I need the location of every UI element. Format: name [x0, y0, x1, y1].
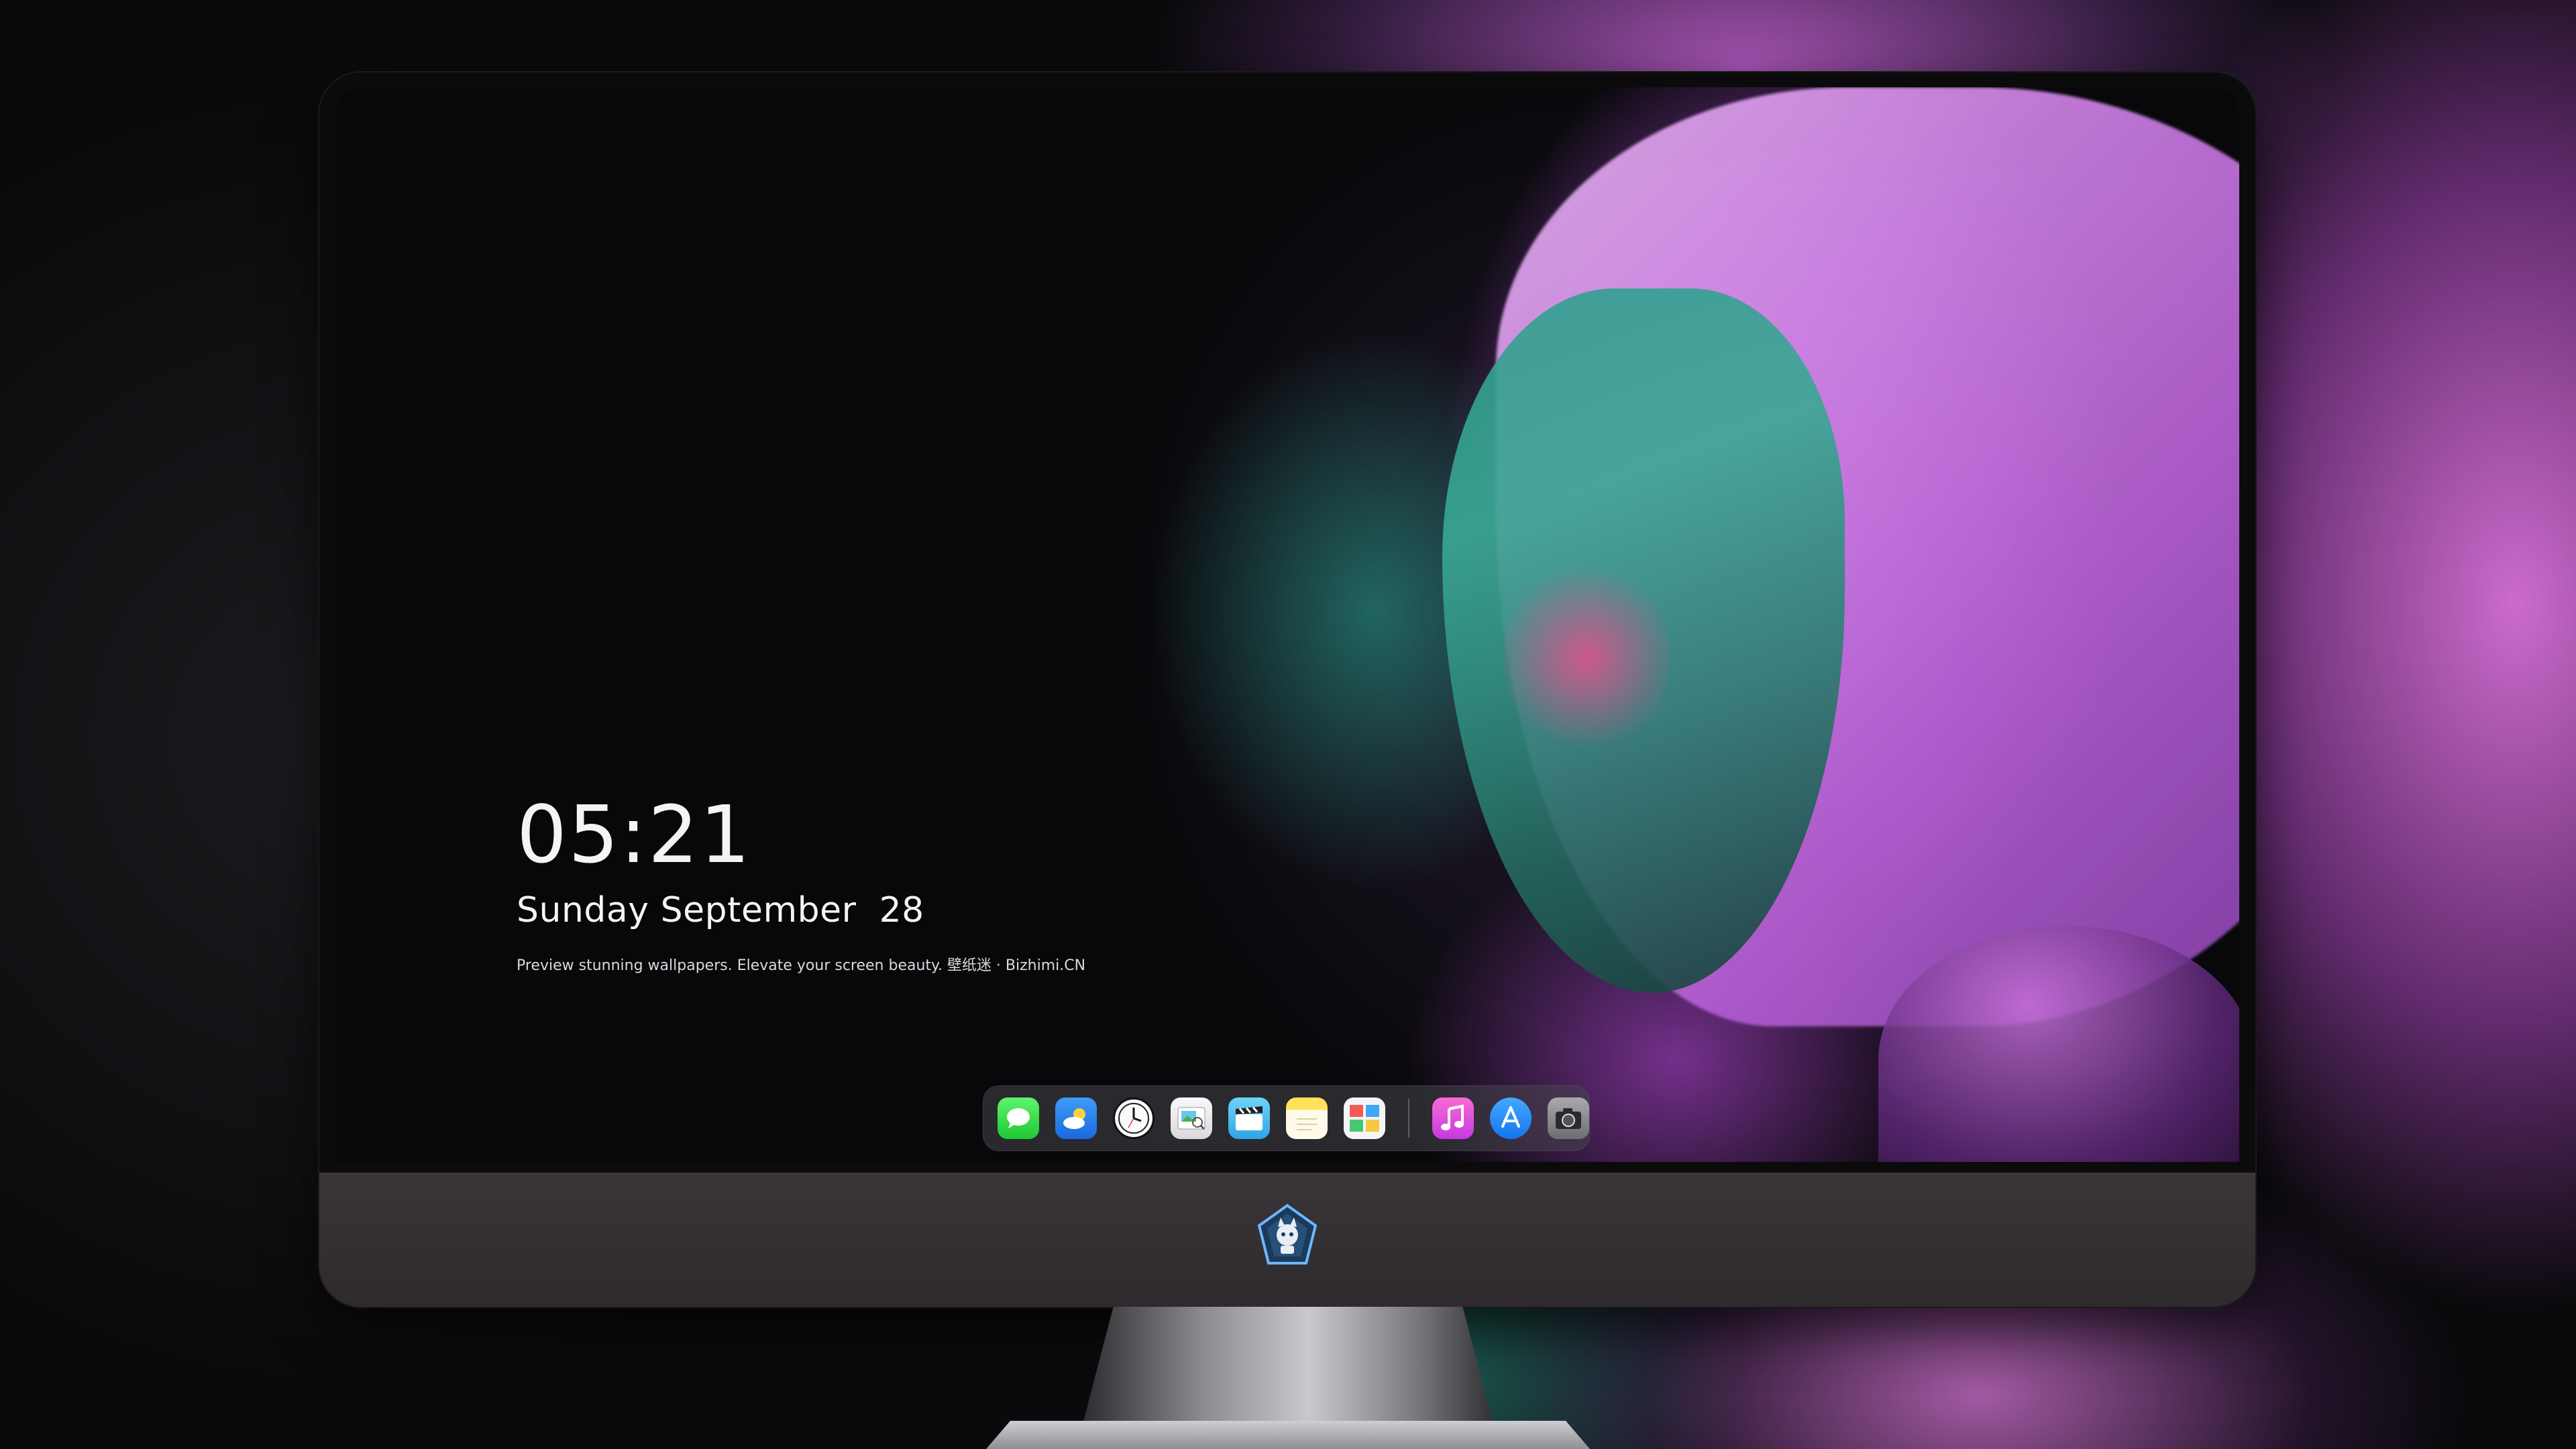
dock-app-camera[interactable]	[1548, 1097, 1589, 1139]
clock-date: Sunday September 28	[517, 890, 924, 930]
clock-time: 05:21	[517, 788, 752, 881]
monitor: 05:21 Sunday September 28 Preview stunni…	[319, 72, 2255, 1307]
dock-separator	[1408, 1099, 1409, 1138]
clapperboard-icon	[1236, 1106, 1263, 1130]
notes-icon	[1297, 1118, 1317, 1130]
camera-icon	[1556, 1108, 1581, 1129]
dock-app-photo-booth[interactable]	[1344, 1097, 1385, 1139]
dock	[983, 1085, 1590, 1151]
lock-screen: 05:21 Sunday September 28 Preview stunni…	[335, 87, 2239, 1162]
clock-widget: 05:21 Sunday September 28 Preview stunni…	[517, 795, 1085, 975]
dock-app-clips[interactable]	[1228, 1097, 1270, 1139]
message-bubble-icon	[1007, 1108, 1030, 1128]
preview-image-icon	[1177, 1107, 1205, 1130]
brand-logo-icon	[1257, 1203, 1318, 1265]
dock-app-music[interactable]	[1432, 1097, 1474, 1139]
monitor-stand-base	[986, 1421, 1590, 1449]
music-note-icon	[1441, 1104, 1464, 1130]
weather-cloud-sun-icon	[1063, 1108, 1085, 1129]
dock-app-notes[interactable]	[1286, 1097, 1328, 1139]
monitor-stand	[1080, 1307, 1496, 1434]
wallpaper-highlight	[1503, 557, 1670, 758]
desktop-background: 05:21 Sunday September 28 Preview stunni…	[0, 0, 2576, 1449]
dock-app-preview[interactable]	[1171, 1097, 1212, 1139]
dock-app-messages[interactable]	[998, 1097, 1039, 1139]
dock-app-app-store[interactable]	[1490, 1097, 1532, 1139]
wallpaper-tagline: Preview stunning wallpapers. Elevate you…	[517, 957, 1086, 974]
clock-icon	[1118, 1103, 1149, 1134]
photo-collage-icon	[1350, 1105, 1379, 1132]
app-store-a-icon	[1501, 1106, 1520, 1128]
dock-app-weather[interactable]	[1055, 1097, 1097, 1139]
dock-app-clock[interactable]	[1113, 1097, 1155, 1139]
